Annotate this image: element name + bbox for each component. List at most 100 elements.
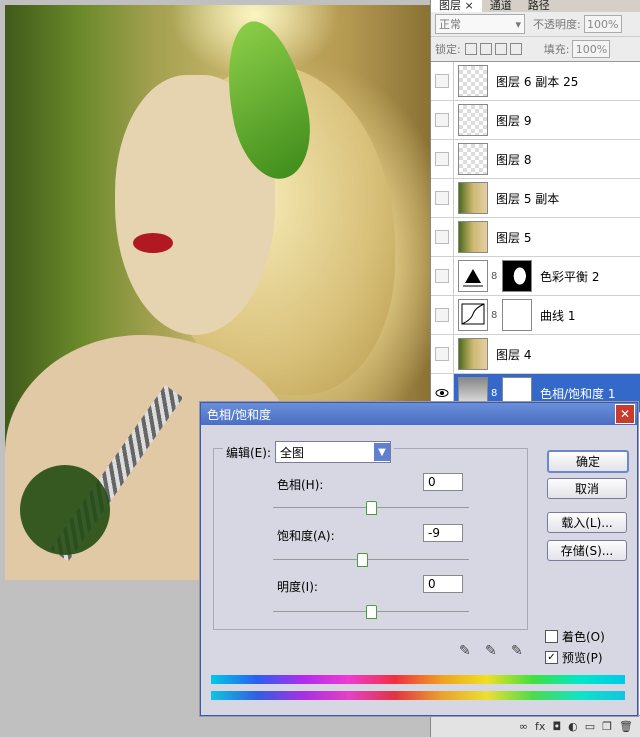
saturation-label: 饱和度(A): xyxy=(277,529,335,543)
preview-checkbox[interactable]: ✓ 预览(P) xyxy=(545,649,603,666)
lightness-label: 明度(I): xyxy=(277,580,318,594)
blend-mode-select[interactable]: 正常 ▾ xyxy=(435,14,525,34)
layer-thumbnail xyxy=(458,65,488,97)
chevron-down-icon: ▾ xyxy=(515,17,521,31)
layer-name: 色彩平衡 2 xyxy=(540,269,600,284)
colorize-box[interactable] xyxy=(545,630,558,643)
layer-row[interactable]: 图层 9 xyxy=(431,101,640,140)
layer-name: 图层 8 xyxy=(496,152,532,167)
layer-mask-thumbnail[interactable] xyxy=(502,299,532,331)
trash-icon[interactable]: 🗑 xyxy=(619,720,633,733)
layer-row[interactable]: 8 曲线 1 xyxy=(431,296,640,335)
blend-mode-value: 正常 xyxy=(439,18,461,31)
hue-saturation-dialog: 色相/饱和度 ✕ 编辑(E): 全图 ▼ 色相(H): 0 饱和度(A): -9… xyxy=(200,402,638,716)
layer-name: 图层 5 xyxy=(496,230,532,245)
lock-row: 锁定: 填充: 100% xyxy=(431,37,640,62)
preview-label: 预览(P) xyxy=(562,651,603,665)
color-balance-icon xyxy=(458,260,488,292)
visibility-toggle[interactable] xyxy=(431,101,454,139)
fx-icon[interactable]: fx xyxy=(535,720,545,733)
eyedropper-plus-icon[interactable]: ✎ xyxy=(485,643,497,659)
visibility-toggle[interactable] xyxy=(431,335,454,373)
layer-thumbnail xyxy=(458,143,488,175)
visibility-toggle[interactable] xyxy=(431,62,454,100)
lightness-slider-handle[interactable] xyxy=(366,605,377,619)
input-color-bar xyxy=(211,675,625,684)
visibility-toggle[interactable] xyxy=(431,218,454,256)
link-layers-icon[interactable]: ∞ xyxy=(519,720,528,733)
hue-label: 色相(H): xyxy=(277,478,324,492)
layer-row[interactable]: 8 色彩平衡 2 xyxy=(431,257,640,296)
chevron-down-icon: ▼ xyxy=(374,443,390,461)
visibility-toggle[interactable] xyxy=(431,257,454,295)
new-layer-icon[interactable]: ❐ xyxy=(602,720,612,733)
checkmark-icon[interactable]: ✓ xyxy=(545,651,558,664)
tab-paths[interactable]: 路径 xyxy=(520,0,558,12)
fill-field[interactable]: 100% xyxy=(572,40,611,58)
layer-name: 曲线 1 xyxy=(540,308,576,323)
layer-name: 图层 9 xyxy=(496,113,532,128)
new-group-icon[interactable]: ▭ xyxy=(585,720,595,733)
visibility-toggle[interactable] xyxy=(431,140,454,178)
ok-button[interactable]: 确定 xyxy=(547,450,629,473)
colorize-label: 着色(O) xyxy=(562,630,605,644)
hue-input[interactable]: 0 xyxy=(423,473,463,491)
lock-transparency-icon[interactable] xyxy=(464,43,477,55)
blend-row: 正常 ▾ 不透明度: 100% xyxy=(431,12,640,37)
lock-label: 锁定: xyxy=(435,43,461,56)
lightness-input[interactable]: 0 xyxy=(423,575,463,593)
layer-thumbnail xyxy=(458,338,488,370)
layer-name: 图层 4 xyxy=(496,347,532,362)
dialog-titlebar[interactable]: 色相/饱和度 ✕ xyxy=(201,403,637,425)
dialog-title: 色相/饱和度 xyxy=(207,407,272,422)
opacity-label: 不透明度: xyxy=(533,18,581,31)
layer-row[interactable]: 图层 5 副本 xyxy=(431,179,640,218)
adjustment-layer-icon[interactable]: ◐ xyxy=(568,720,578,733)
add-mask-icon[interactable]: ◘ xyxy=(552,720,561,733)
lock-icons xyxy=(464,43,522,55)
lock-paint-icon[interactable] xyxy=(479,43,492,55)
lock-all-icon[interactable] xyxy=(509,43,522,55)
panel-tabs: 图层 × 通道 路径 xyxy=(431,0,640,12)
edit-select-value: 全图 xyxy=(280,445,305,460)
opacity-field[interactable]: 100% xyxy=(583,15,622,33)
tab-channels[interactable]: 通道 xyxy=(482,0,520,12)
edit-label: 编辑(E): xyxy=(226,445,271,460)
visibility-toggle[interactable] xyxy=(431,296,454,334)
saturation-slider-track[interactable] xyxy=(273,559,469,560)
eyedropper-minus-icon[interactable]: ✎ xyxy=(511,643,523,659)
link-icon: 8 xyxy=(491,309,498,321)
layer-row[interactable]: 图层 4 xyxy=(431,335,640,374)
save-button[interactable]: 存储(S)... xyxy=(547,540,627,561)
layer-name: 图层 6 副本 25 xyxy=(496,74,579,89)
load-button[interactable]: 载入(L)... xyxy=(547,512,627,533)
hue-slider-handle[interactable] xyxy=(366,501,377,515)
lips-shape xyxy=(133,233,173,253)
colorize-checkbox[interactable]: 着色(O) xyxy=(545,628,605,645)
adjust-group xyxy=(213,448,528,630)
lock-move-icon[interactable] xyxy=(494,43,507,55)
layer-name: 图层 5 副本 xyxy=(496,191,560,206)
saturation-input[interactable]: -9 xyxy=(423,524,463,542)
layer-row[interactable]: 图层 6 副本 25 xyxy=(431,62,640,101)
link-icon: 8 xyxy=(491,387,498,399)
layer-thumbnail xyxy=(458,182,488,214)
visibility-toggle[interactable] xyxy=(431,179,454,217)
link-icon: 8 xyxy=(491,270,498,282)
close-icon[interactable]: ✕ xyxy=(615,404,635,424)
edit-select[interactable]: 全图 ▼ xyxy=(275,441,391,463)
saturation-slider-handle[interactable] xyxy=(357,553,368,567)
output-color-bar xyxy=(211,691,625,700)
fill-label: 填充: xyxy=(543,43,570,56)
layer-row[interactable]: 图层 5 xyxy=(431,218,640,257)
layer-row[interactable]: 图层 8 xyxy=(431,140,640,179)
foliage-shape xyxy=(20,465,110,555)
eyedropper-icon[interactable]: ✎ xyxy=(459,643,471,659)
curves-icon xyxy=(458,299,488,331)
layer-mask-thumbnail[interactable] xyxy=(502,260,532,292)
layer-thumbnail xyxy=(458,221,488,253)
tab-layers[interactable]: 图层 × xyxy=(431,0,482,12)
cancel-button[interactable]: 取消 xyxy=(547,478,627,499)
layer-name: 色相/饱和度 1 xyxy=(540,386,616,401)
edit-row: 编辑(E): 全图 ▼ xyxy=(223,441,394,463)
